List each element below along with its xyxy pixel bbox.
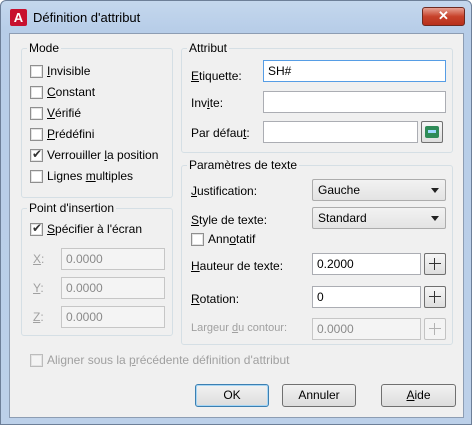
justification-label: Justification:	[191, 184, 258, 198]
prompt-input[interactable]	[263, 91, 446, 113]
rotation-label: Rotation:	[191, 292, 240, 306]
y-label: Y:	[33, 281, 44, 295]
tag-label: Etiquette:	[191, 69, 242, 83]
multiple-lines-checkbox[interactable]	[30, 170, 43, 183]
dialog-window: A Définition d'attribut ✕ Mode Invisible…	[0, 0, 472, 425]
prompt-label: Invite:	[191, 96, 224, 110]
dialog-client-area: Mode Invisible Constant Vérifié Prédéfin…	[9, 33, 464, 418]
rotation-input[interactable]: 0	[312, 286, 421, 308]
title-bar[interactable]: A Définition d'attribut ✕	[1, 1, 471, 35]
boundary-width-label: Largeur du contour:	[191, 322, 288, 334]
text-style-label: Style de texte:	[191, 213, 268, 227]
crosshair-icon	[429, 323, 441, 335]
insertion-point-title: Point d'insertion	[27, 201, 117, 215]
y-coordinate-field[interactable]: 0.0000	[61, 277, 165, 299]
cancel-button[interactable]: Annuler	[282, 384, 356, 407]
text-style-dropdown[interactable]: Standard	[312, 207, 446, 229]
specify-on-screen-label: Spécifier à l'écran	[47, 222, 143, 236]
align-below-previous-checkbox[interactable]	[30, 354, 43, 367]
crosshair-icon	[429, 258, 441, 270]
crosshair-icon	[429, 291, 441, 303]
lock-position-checkbox[interactable]	[30, 147, 43, 162]
chevron-down-icon	[431, 188, 439, 193]
autocad-app-icon: A	[10, 9, 27, 26]
justification-dropdown[interactable]: Gauche	[312, 179, 446, 201]
window-title: Définition d'attribut	[33, 10, 141, 25]
justification-value: Gauche	[318, 183, 361, 197]
default-value-input[interactable]	[263, 121, 418, 143]
chevron-down-icon	[431, 216, 439, 221]
text-height-input[interactable]: 0.2000	[312, 253, 421, 275]
annotative-checkbox[interactable]	[191, 233, 204, 246]
default-label: Par défaut:	[191, 126, 250, 140]
mode-group-title: Mode	[27, 41, 62, 55]
align-below-previous-label: Aligner sous la précédente définition d'…	[47, 353, 290, 367]
annotative-label: Annotatif	[208, 232, 256, 246]
tag-input[interactable]: SH#	[263, 60, 446, 82]
constant-checkbox[interactable]	[30, 86, 43, 99]
x-coordinate-field[interactable]: 0.0000	[61, 248, 165, 270]
text-height-label: Hauteur de texte:	[191, 259, 284, 273]
pick-boundary-width-button[interactable]	[424, 318, 446, 340]
preset-checkbox[interactable]	[30, 128, 43, 141]
verified-label: Vérifié	[47, 106, 82, 120]
pick-text-height-button[interactable]	[424, 253, 446, 275]
insert-field-icon	[425, 126, 439, 138]
ok-button[interactable]: OK	[195, 384, 269, 407]
close-button[interactable]: ✕	[422, 7, 465, 26]
multiple-lines-label: Lignes multiples	[47, 169, 134, 183]
z-coordinate-field[interactable]: 0.0000	[61, 306, 165, 328]
preset-label: Prédéfini	[47, 127, 95, 141]
text-settings-title: Paramètres de texte	[187, 158, 300, 172]
verified-checkbox[interactable]	[30, 107, 43, 120]
invisible-checkbox[interactable]	[30, 65, 43, 78]
help-button[interactable]: Aide	[381, 384, 456, 407]
text-style-value: Standard	[318, 211, 367, 225]
pick-rotation-button[interactable]	[424, 286, 446, 308]
constant-label: Constant	[47, 85, 96, 99]
lock-position-label: Verrouiller la position	[47, 148, 159, 162]
x-label: X:	[33, 252, 45, 266]
specify-on-screen-checkbox[interactable]	[30, 221, 43, 236]
z-label: Z:	[33, 310, 44, 324]
attribute-group-title: Attribut	[187, 41, 230, 55]
boundary-width-input[interactable]: 0.0000	[312, 318, 421, 340]
invisible-label: Invisible	[47, 64, 91, 78]
insert-field-button[interactable]	[421, 121, 443, 143]
